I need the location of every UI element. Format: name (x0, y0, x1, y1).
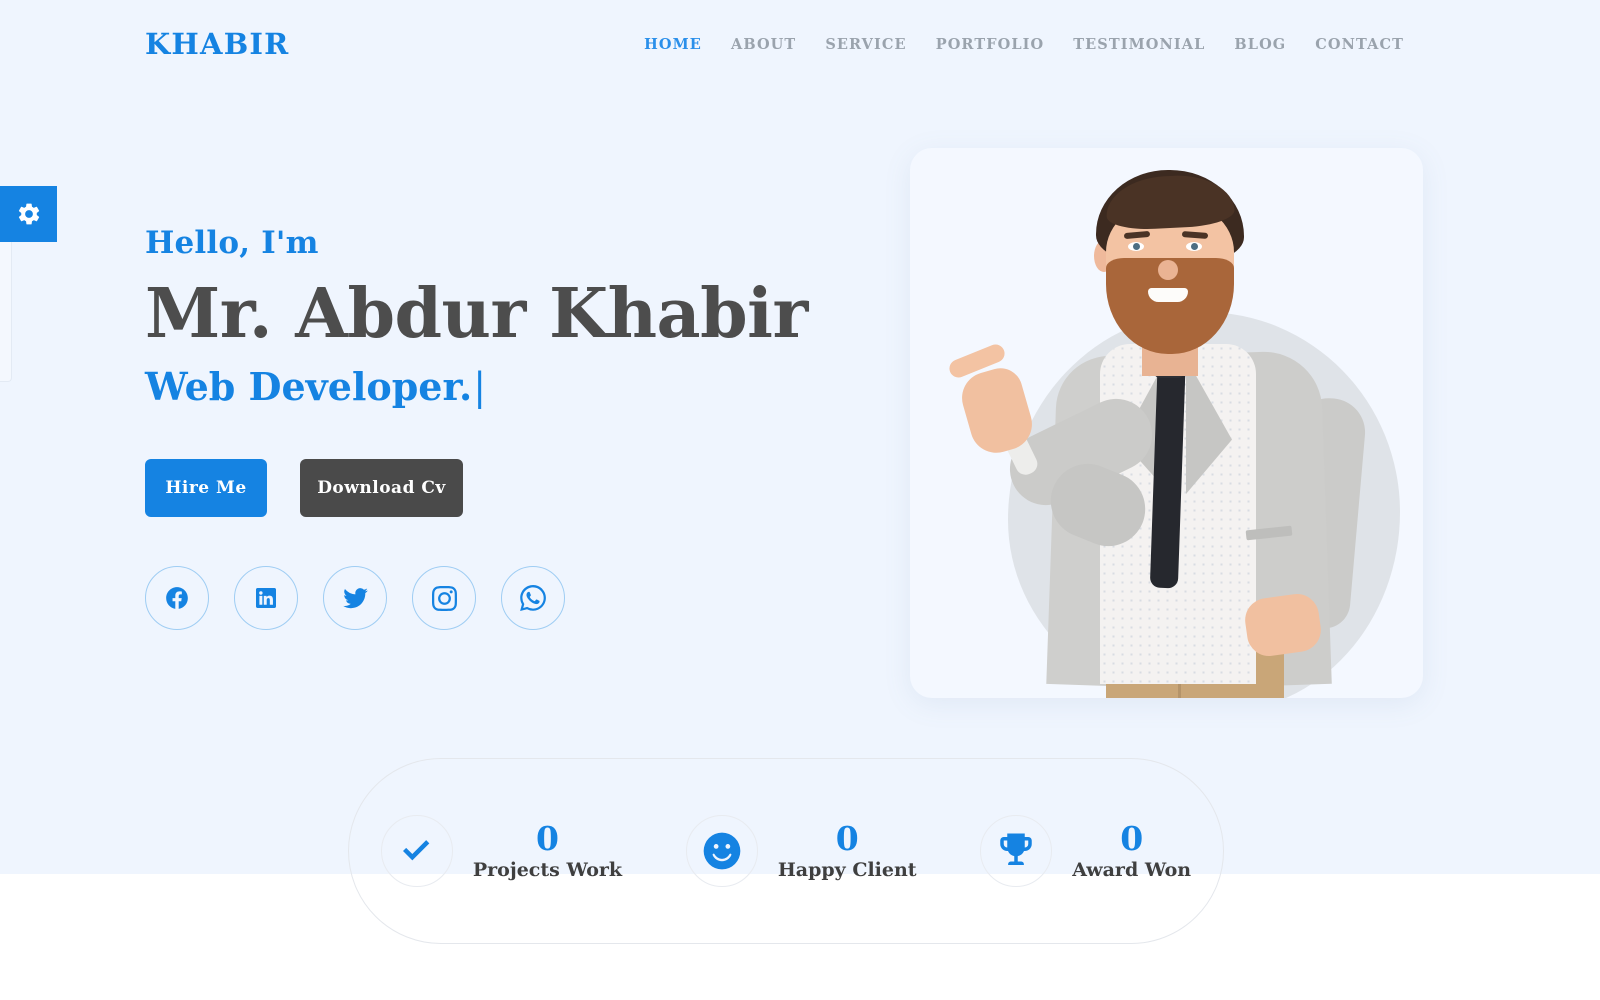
linkedin-icon (254, 586, 278, 610)
hero-button-group: Hire Me Download Cv (145, 459, 905, 518)
stat-label-awards: Award Won (1072, 858, 1192, 881)
brand-logo[interactable]: KHABIR (145, 30, 289, 59)
nav-item-contact[interactable]: CONTACT (1315, 37, 1404, 53)
social-link-twitter[interactable] (323, 566, 387, 631)
nav-item-testimonial[interactable]: TESTIMONIAL (1073, 37, 1205, 53)
stat-count-projects: 0 (535, 818, 559, 858)
main-navigation: HOME ABOUT SERVICE PORTFOLIO TESTIMONIAL… (644, 37, 1404, 53)
site-header: KHABIR HOME ABOUT SERVICE PORTFOLIO TEST… (0, 0, 1600, 98)
hero-portrait-card (910, 148, 1423, 698)
whatsapp-icon (520, 585, 546, 612)
hero-role-typed: Web Developer. | (145, 366, 905, 409)
social-link-whatsapp[interactable] (501, 566, 565, 631)
hero-text-block: Hello, I'm Mr. Abdur Khabir Web Develope… (145, 225, 905, 631)
settings-toggle-button[interactable] (0, 186, 57, 242)
twitter-icon (342, 585, 369, 612)
stat-label-clients: Happy Client (777, 858, 917, 881)
trophy-icon (980, 815, 1053, 887)
nav-item-about[interactable]: ABOUT (731, 37, 796, 53)
stat-count-clients: 0 (835, 818, 859, 858)
stat-label-projects: Projects Work (472, 858, 623, 881)
check-icon (380, 815, 453, 887)
stats-counter-bar: 0 Projects Work 0 Happy Client 0 Award W… (348, 758, 1224, 944)
stat-award-won: 0 Award Won (980, 815, 1191, 887)
hero-name-heading: Mr. Abdur Khabir (145, 274, 808, 355)
smiley-icon (685, 815, 758, 887)
nav-item-home[interactable]: HOME (644, 37, 702, 53)
stat-projects-work: 0 Projects Work (380, 815, 623, 887)
social-link-facebook[interactable] (145, 566, 209, 631)
nav-item-blog[interactable]: BLOG (1234, 37, 1286, 53)
instagram-icon (431, 585, 457, 611)
gear-icon (16, 201, 42, 227)
hero-greeting: Hello, I'm (145, 225, 319, 261)
nav-item-service[interactable]: SERVICE (825, 37, 906, 53)
social-links-row (145, 566, 905, 631)
portrait-photo (910, 148, 1423, 698)
social-link-linkedin[interactable] (234, 566, 298, 631)
typing-cursor: | (473, 365, 487, 410)
download-cv-button[interactable]: Download Cv (300, 459, 463, 518)
social-link-instagram[interactable] (412, 566, 476, 631)
hire-me-button[interactable]: Hire Me (145, 459, 267, 518)
stat-happy-client: 0 Happy Client (685, 815, 917, 887)
stat-count-awards: 0 (1120, 818, 1144, 858)
hero-role-text: Web Developer. (145, 364, 473, 410)
facebook-icon (164, 585, 190, 611)
nav-item-portfolio[interactable]: PORTFOLIO (936, 37, 1045, 53)
